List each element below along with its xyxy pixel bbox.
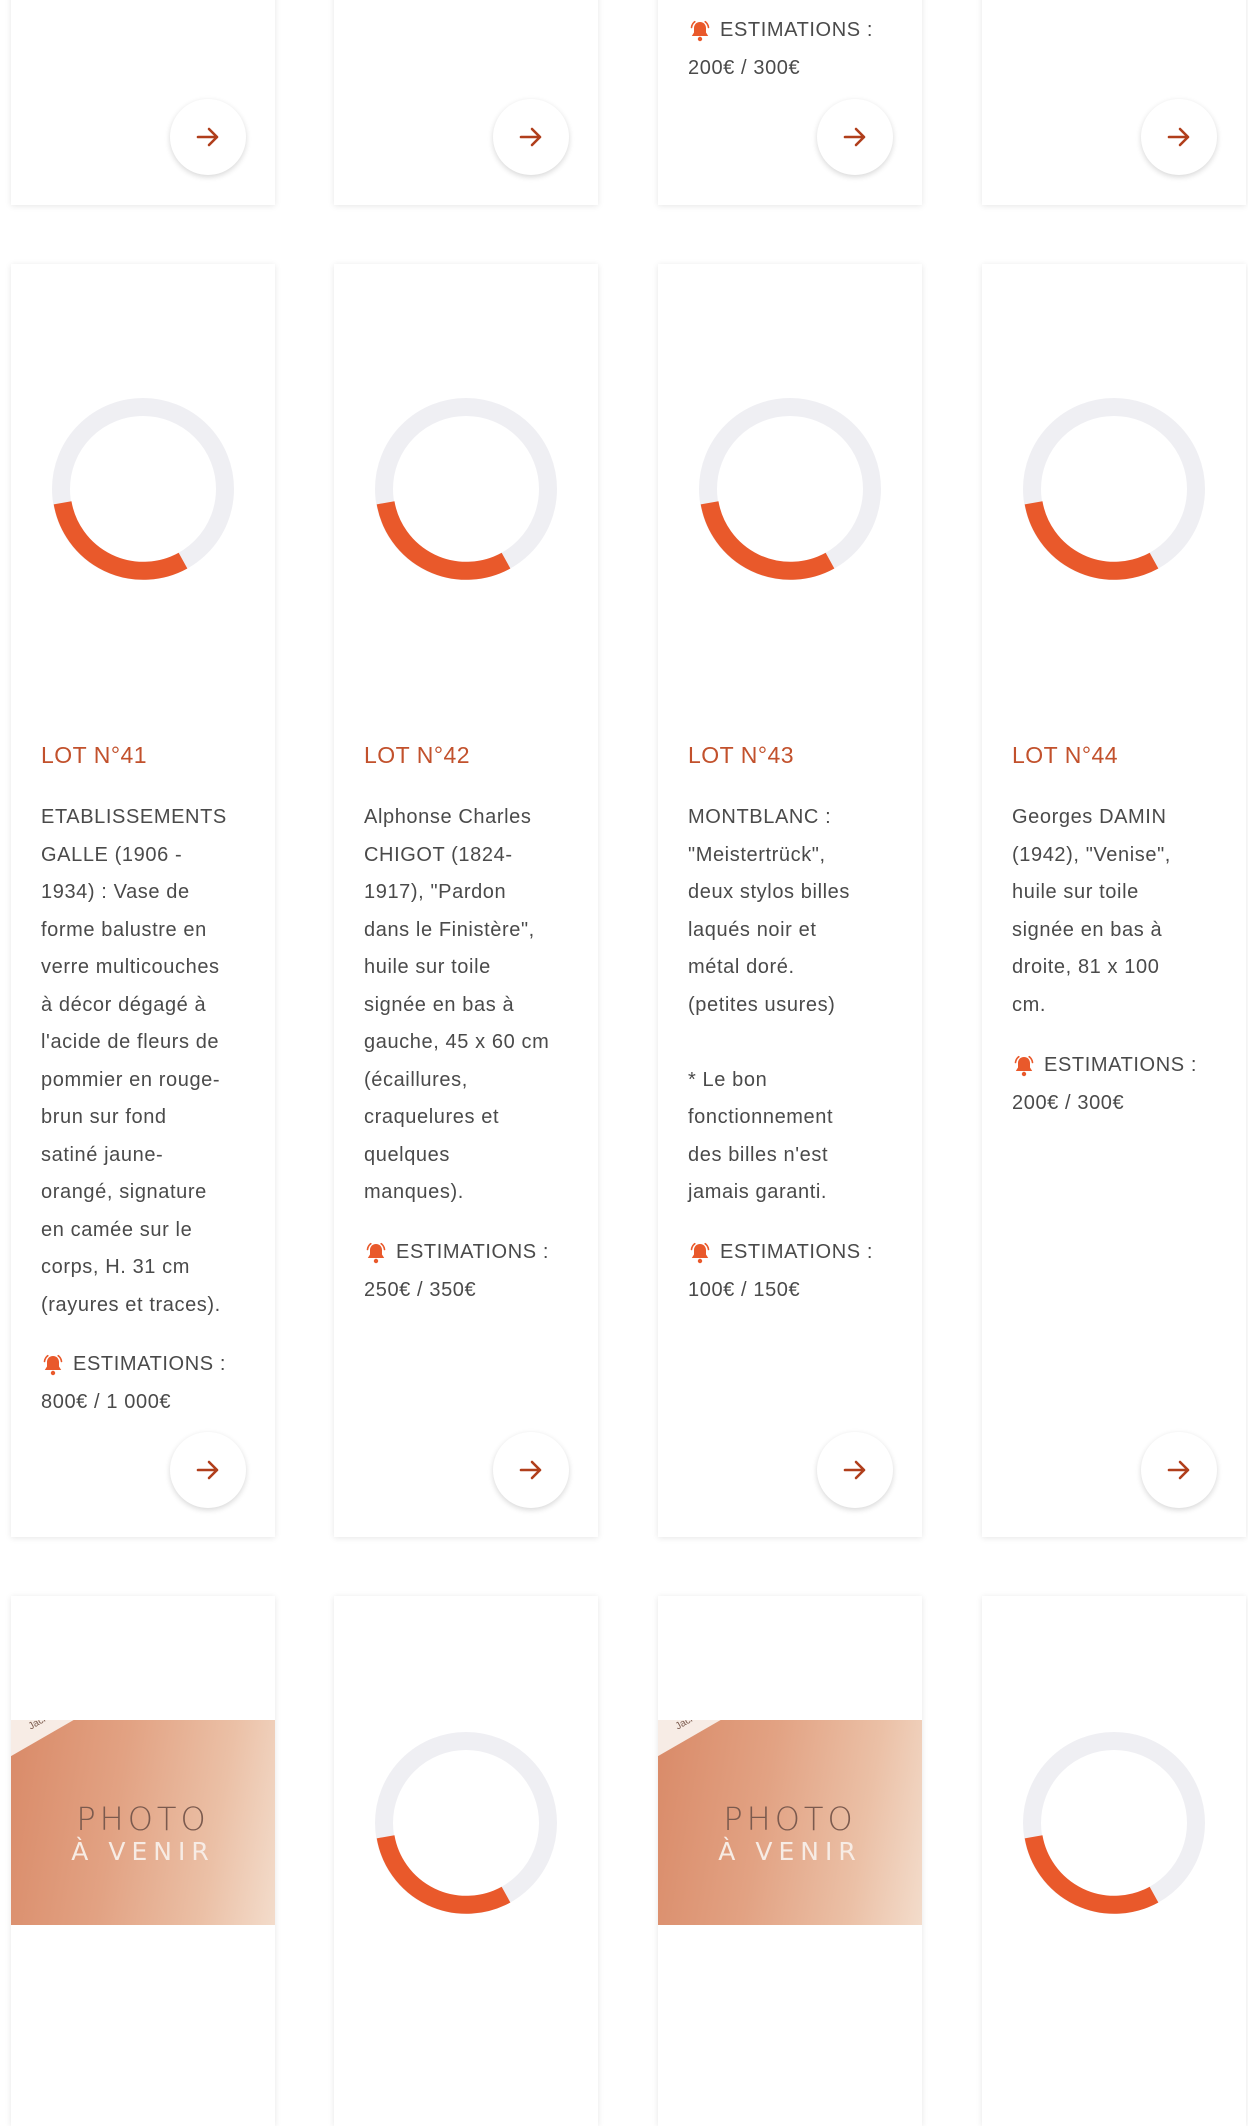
spinner-icon	[52, 398, 234, 580]
view-lot-button[interactable]	[170, 99, 246, 175]
estimate-label: ESTIMATIONS :	[720, 19, 873, 41]
view-lot-button[interactable]	[817, 99, 893, 175]
spinner-icon	[1023, 398, 1205, 580]
lot-title[interactable]: LOT N°44	[1012, 742, 1118, 769]
estimate-block: ESTIMATIONS : 100€ / 150€	[688, 1234, 908, 1309]
bell-icon	[366, 1242, 386, 1263]
estimate-label: ESTIMATIONS :	[73, 1353, 226, 1375]
arrow-right-icon	[843, 1460, 866, 1480]
estimate-label: ESTIMATIONS :	[720, 1241, 873, 1263]
lot-card	[982, 1596, 1246, 2126]
estimate-value: 800€ / 1 000€	[41, 1390, 172, 1413]
estimate-label: ESTIMATIONS :	[1044, 1054, 1197, 1076]
watermark-band: Jack-Philippe RUELLAN	[11, 1720, 162, 1770]
bell-icon	[690, 20, 710, 41]
arrow-right-icon	[196, 1460, 219, 1480]
lot-card	[334, 0, 598, 205]
photo-placeholder-line2: À VENIR	[718, 1837, 862, 1866]
lot-title[interactable]: LOT N°41	[41, 742, 147, 769]
lot-title[interactable]: LOT N°42	[364, 742, 470, 769]
estimate-block: ESTIMATIONS : 250€ / 350€	[364, 1234, 584, 1309]
estimate-block: ESTIMATIONS : 800€ / 1 000€	[41, 1346, 261, 1421]
view-lot-button[interactable]	[817, 1432, 893, 1508]
bell-icon	[1014, 1055, 1034, 1076]
lot-card-44: LOT N°44 Georges DAMIN (1942), "Venise",…	[982, 264, 1246, 1537]
spinner-icon	[375, 398, 557, 580]
arrow-right-icon	[519, 1460, 542, 1480]
lot-description: Georges DAMIN (1942), "Venise", huile su…	[1012, 806, 1171, 1016]
view-lot-button[interactable]	[1141, 1432, 1217, 1508]
watermark-band: Jack-Philippe RUELLAN	[658, 1720, 809, 1770]
spinner-icon	[699, 398, 881, 580]
spinner-icon	[1023, 1732, 1205, 1914]
view-lot-button[interactable]	[493, 99, 569, 175]
view-lot-button[interactable]	[170, 1432, 246, 1508]
lot-title[interactable]: LOT N°43	[688, 742, 794, 769]
arrow-right-icon	[1167, 127, 1190, 147]
estimate-block: ESTIMATIONS : 200€ / 300€	[688, 12, 908, 87]
lot-card	[334, 1596, 598, 2126]
estimate-value: 250€ / 350€	[364, 1278, 477, 1301]
lot-card: Jack-Philippe RUELLAN PHOTO À VENIR	[11, 1596, 275, 2126]
estimate-value: 100€ / 150€	[688, 1278, 801, 1301]
spinner-icon	[375, 1732, 557, 1914]
view-lot-button[interactable]	[493, 1432, 569, 1508]
arrow-right-icon	[1167, 1460, 1190, 1480]
lot-description: ETABLISSEMENTS GALLE (1906 - 1934) : Vas…	[41, 806, 227, 1316]
lot-description: Alphonse Charles CHIGOT (1824- 1917), "P…	[364, 806, 550, 1203]
lot-card	[982, 0, 1246, 205]
estimate-block: ESTIMATIONS : 200€ / 300€	[1012, 1047, 1232, 1122]
arrow-right-icon	[519, 127, 542, 147]
view-lot-button[interactable]	[1141, 99, 1217, 175]
lot-card	[11, 0, 275, 205]
lot-card-43: LOT N°43 MONTBLANC : "Meistertrück", deu…	[658, 264, 922, 1537]
photo-placeholder-line1: PHOTO	[723, 1800, 857, 1838]
arrow-right-icon	[843, 127, 866, 147]
lot-description: MONTBLANC : "Meistertrück", deux stylos …	[688, 806, 850, 1203]
lot-card: Jack-Philippe RUELLAN PHOTO À VENIR	[658, 1596, 922, 2126]
lot-card: ESTIMATIONS : 200€ / 300€	[658, 0, 922, 205]
photo-placeholder[interactable]: Jack-Philippe RUELLAN PHOTO À VENIR	[11, 1720, 275, 1925]
estimate-value: 200€ / 300€	[1012, 1091, 1125, 1114]
photographer-watermark: Jack-Philippe RUELLAN	[11, 1720, 126, 1743]
estimate-value: 200€ / 300€	[688, 56, 801, 79]
bell-icon	[690, 1242, 710, 1263]
arrow-right-icon	[196, 127, 219, 147]
lot-card-41: LOT N°41 ETABLISSEMENTS GALLE (1906 - 19…	[11, 264, 275, 1537]
estimate-label: ESTIMATIONS :	[396, 1241, 549, 1263]
photo-placeholder-line2: À VENIR	[71, 1837, 215, 1866]
photo-placeholder-line1: PHOTO	[76, 1800, 210, 1838]
photo-placeholder[interactable]: Jack-Philippe RUELLAN PHOTO À VENIR	[658, 1720, 922, 1925]
photographer-watermark: Jack-Philippe RUELLAN	[658, 1720, 772, 1743]
bell-icon	[43, 1354, 63, 1375]
lot-card-42: LOT N°42 Alphonse Charles CHIGOT (1824- …	[334, 264, 598, 1537]
